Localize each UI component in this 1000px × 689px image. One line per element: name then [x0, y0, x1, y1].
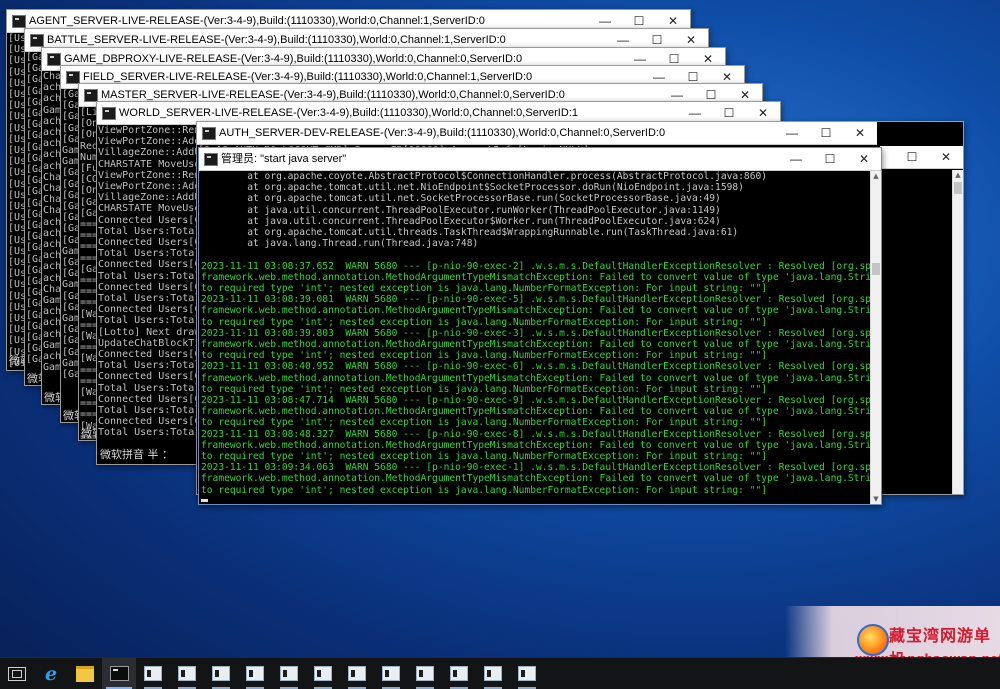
console-icon [416, 666, 434, 681]
scrollbar-thumb[interactable] [872, 263, 880, 275]
close-button[interactable]: ✕ [847, 148, 881, 170]
console-app-icon [204, 153, 218, 166]
console-taskbar-button[interactable] [408, 658, 442, 689]
console-line: 2023-11-11 03:08:39.803 WARN 5680 --- [p… [201, 327, 870, 339]
console-line: at java.util.concurrent.ThreadPoolExecut… [201, 204, 721, 216]
console-line: at java.lang.Thread.run(Thread.java:748) [201, 238, 479, 250]
maximize-button[interactable]: ☐ [895, 146, 929, 168]
ime-indicator: 微软拼音 半 ： [100, 448, 173, 461]
console-icon [382, 666, 400, 681]
text-cursor [201, 499, 208, 502]
titlebar[interactable]: 管理员: "start java server" — ☐ ✕ [199, 148, 881, 171]
console-app-icon [12, 15, 26, 28]
console-app-icon [30, 34, 44, 47]
close-button[interactable]: ✕ [843, 122, 877, 144]
window-title: 管理员: "start java server" [221, 153, 347, 165]
minimize-button[interactable]: — [775, 122, 809, 144]
console-line: at java.util.concurrent.ThreadPoolExecut… [201, 215, 721, 227]
console-scrollbar[interactable]: ▲ ▼ [870, 171, 881, 504]
file-explorer-taskbar-button[interactable] [68, 658, 102, 689]
console-icon [518, 666, 536, 681]
console-icon [314, 666, 332, 681]
console-icon [144, 666, 162, 681]
console-taskbar-button[interactable] [374, 658, 408, 689]
scroll-up-arrow[interactable]: ▲ [871, 171, 881, 181]
console-icon [280, 666, 298, 681]
console-icon [484, 666, 502, 681]
console-line: 2023-11-11 03:08:48.327 WARN 5680 --- [p… [201, 428, 870, 440]
taskbar: e [0, 657, 1000, 689]
console-taskbar-button[interactable] [510, 658, 544, 689]
cmd-taskbar-button[interactable] [102, 658, 136, 689]
console-line: framework.web.method.annotation.MethodAr… [201, 439, 870, 451]
console-taskbar-button[interactable] [136, 658, 170, 689]
console-line: framework.web.method.annotation.MethodAr… [201, 406, 870, 418]
console-line: to required type 'int'; nested exception… [201, 417, 768, 429]
window-title: AUTH_SERVER-DEV-RELEASE-(Ver:3-4-9),Buil… [219, 127, 666, 139]
console-line: at org.apache.tomcat.util.net.SocketProc… [201, 193, 721, 205]
console-icon [450, 666, 468, 681]
console-taskbar-button[interactable] [238, 658, 272, 689]
console-line: at org.apache.tomcat.util.threads.TaskTh… [201, 227, 739, 239]
console-line: to required type 'int'; nested exception… [201, 484, 768, 496]
close-button[interactable]: ✕ [929, 146, 963, 168]
console-line: 2023-11-11 03:09:34.063 WARN 5680 --- [p… [201, 462, 870, 474]
console-line: at org.apache.coyote.AbstractProtocol$Co… [201, 171, 768, 182]
console-app-icon [202, 127, 216, 140]
cmd-icon [109, 666, 129, 681]
console-icon [212, 666, 230, 681]
console-taskbar-button[interactable] [340, 658, 374, 689]
console-line: 2023-11-11 03:08:37.652 WARN 5680 --- [p… [201, 260, 870, 272]
console-taskbar-button[interactable] [272, 658, 306, 689]
edge-icon: e [44, 662, 58, 685]
console-line: 2023-11-11 03:08:40.952 WARN 5680 --- [p… [201, 361, 870, 373]
scrollbar-thumb[interactable] [954, 182, 962, 194]
console-scrollbar[interactable]: ▲ [952, 170, 963, 494]
console-line: framework.web.method.annotation.MethodAr… [201, 271, 870, 283]
console-line: 2023-11-11 03:08:47.714 WARN 5680 --- [p… [201, 395, 870, 407]
java-server-console-window[interactable]: 管理员: "start java server" — ☐ ✕ at org.ap… [198, 147, 882, 505]
console-line: to required type 'int'; nested exception… [201, 283, 768, 295]
console-icon [178, 666, 196, 681]
background-window-titlebar[interactable]: ☐ ✕ [880, 146, 963, 169]
console-icon [348, 666, 366, 681]
console-taskbar-button[interactable] [476, 658, 510, 689]
console-line: framework.web.method.annotation.MethodAr… [201, 305, 870, 317]
console-app-icon [47, 53, 61, 66]
console-taskbar-button[interactable] [306, 658, 340, 689]
console-icon [246, 666, 264, 681]
console-taskbar-button[interactable] [170, 658, 204, 689]
console-taskbar-button[interactable] [204, 658, 238, 689]
console-line: to required type 'int'; nested exception… [201, 316, 768, 328]
console-line: framework.web.method.annotation.MethodAr… [201, 473, 870, 485]
console-line: framework.web.method.annotation.MethodAr… [201, 339, 870, 351]
console-line: to required type 'int'; nested exception… [201, 451, 768, 463]
maximize-button[interactable]: ☐ [813, 148, 847, 170]
console-line: to required type 'int'; nested exception… [201, 383, 768, 395]
scroll-down-arrow[interactable]: ▼ [871, 494, 881, 504]
titlebar[interactable]: AUTH_SERVER-DEV-RELEASE-(Ver:3-4-9),Buil… [197, 122, 877, 145]
edge-taskbar-button[interactable]: e [34, 658, 68, 689]
console-line: at org.apache.tomcat.util.net.NioEndpoin… [201, 182, 744, 194]
console-line: 2023-11-11 03:08:39.081 WARN 5680 --- [p… [201, 294, 870, 306]
file-explorer-icon [76, 665, 94, 682]
console-app-icon [102, 107, 116, 120]
maximize-button[interactable]: ☐ [809, 122, 843, 144]
console-taskbar-button[interactable] [442, 658, 476, 689]
scroll-up-arrow[interactable]: ▲ [953, 170, 963, 180]
task-view-button[interactable] [0, 658, 34, 689]
console-line: framework.web.method.annotation.MethodAr… [201, 372, 870, 384]
console-output[interactable]: at org.apache.coyote.AbstractProtocol$Co… [199, 171, 870, 504]
task-view-icon [8, 666, 26, 681]
console-line: to required type 'int'; nested exception… [201, 350, 768, 362]
minimize-button[interactable]: — [779, 148, 813, 170]
